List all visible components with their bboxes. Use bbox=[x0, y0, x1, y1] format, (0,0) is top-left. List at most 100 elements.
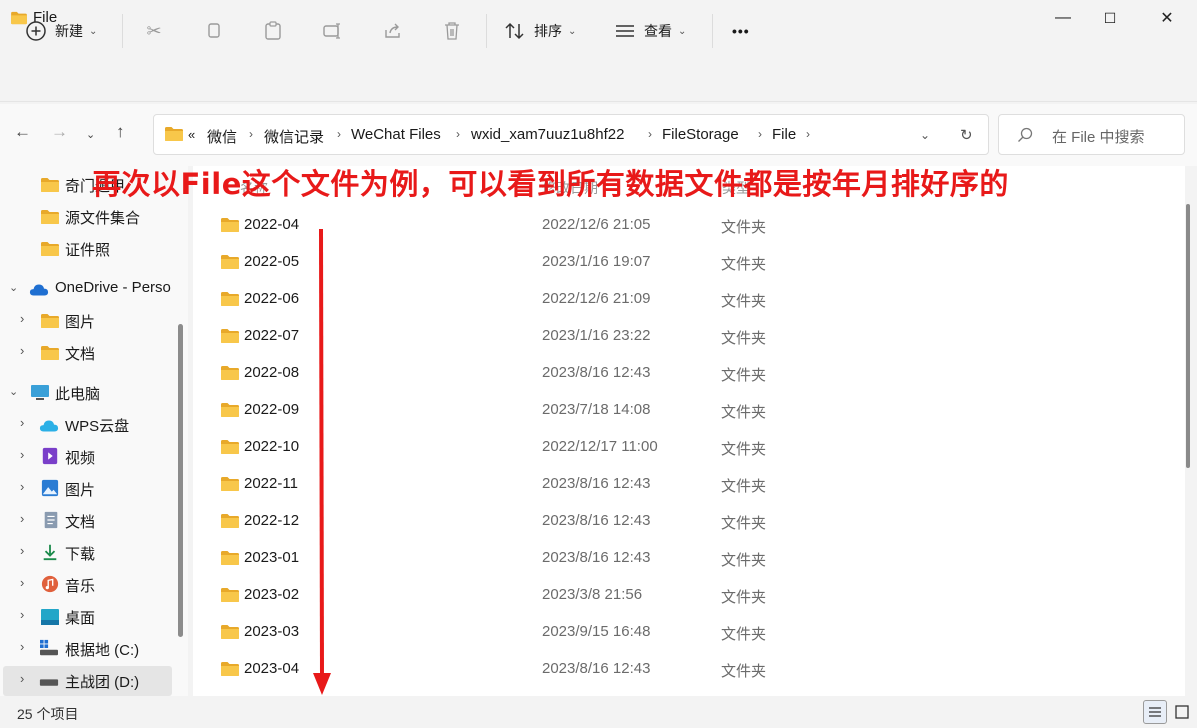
folder-icon bbox=[220, 217, 240, 233]
table-row[interactable]: 2022-08 2023/8/16 12:43 文件夹 bbox=[218, 359, 1098, 389]
back-arrow-icon[interactable]: ← bbox=[14, 122, 31, 142]
address-bar[interactable]: « 微信 › 微信记录 › WeChat Files › wxid_xam7uu… bbox=[153, 114, 989, 155]
chevron-right-icon[interactable]: › bbox=[249, 127, 253, 141]
table-row[interactable]: 2022-05 2023/1/16 19:07 文件夹 bbox=[218, 248, 1098, 278]
breadcrumb-item[interactable]: File bbox=[772, 126, 796, 143]
details-view-icon[interactable] bbox=[1143, 700, 1167, 724]
rename-icon[interactable] bbox=[322, 20, 344, 42]
chevron-right-icon[interactable]: › bbox=[20, 447, 24, 462]
chevron-right-icon[interactable]: › bbox=[20, 511, 24, 526]
recent-chevron-icon[interactable]: ⌄ bbox=[86, 128, 95, 141]
table-row[interactable]: 2023-01 2023/8/16 12:43 文件夹 bbox=[218, 544, 1098, 574]
new-button[interactable]: 新建 ⌄ bbox=[25, 16, 97, 46]
breadcrumb-item[interactable]: 微信记录 bbox=[264, 126, 324, 147]
table-row[interactable]: 2022-11 2023/8/16 12:43 文件夹 bbox=[218, 470, 1098, 500]
sidebar-item-label: 图片 bbox=[65, 482, 96, 499]
breadcrumb-item[interactable]: wxid_xam7uuz1u8hf22 bbox=[471, 126, 624, 143]
table-row[interactable]: 2023-04 2023/8/16 12:43 文件夹 bbox=[218, 655, 1098, 685]
chevron-down-icon[interactable]: ⌄ bbox=[9, 281, 18, 294]
breadcrumb-item[interactable]: 微信 bbox=[207, 126, 237, 147]
chevron-right-icon[interactable]: › bbox=[337, 127, 341, 141]
sidebar-item-wps-cloud[interactable]: › WPS云盘 bbox=[0, 410, 175, 440]
close-button[interactable]: ✕ bbox=[1144, 0, 1190, 36]
sidebar-item-drive-c[interactable]: › 根据地 (C:) bbox=[0, 634, 175, 664]
chevron-right-icon[interactable]: › bbox=[456, 127, 460, 141]
file-type: 文件夹 bbox=[721, 293, 767, 310]
folder-icon bbox=[220, 550, 240, 566]
chevron-down-icon[interactable]: ⌄ bbox=[9, 385, 18, 398]
sidebar-item-onedrive[interactable]: ⌄ OneDrive - Perso bbox=[0, 274, 175, 304]
table-row[interactable]: 2022-04 2022/12/6 21:05 文件夹 bbox=[218, 211, 1098, 241]
copy-icon[interactable] bbox=[203, 20, 225, 42]
sidebar-item-videos[interactable]: › 视频 bbox=[0, 442, 175, 472]
more-button[interactable]: ••• bbox=[732, 16, 750, 46]
share-icon[interactable] bbox=[382, 20, 404, 42]
breadcrumb-item[interactable]: FileStorage bbox=[662, 126, 739, 143]
sidebar-item-drive-d[interactable]: › 主战团 (D:) bbox=[3, 666, 172, 696]
chevron-right-icon[interactable]: › bbox=[20, 607, 24, 622]
forward-arrow-icon[interactable]: → bbox=[51, 122, 68, 142]
table-row[interactable]: 2022-09 2023/7/18 14:08 文件夹 bbox=[218, 396, 1098, 426]
sidebar-item-music[interactable]: › 音乐 bbox=[0, 570, 175, 600]
table-row[interactable]: 2023-03 2023/9/15 16:48 文件夹 bbox=[218, 618, 1098, 648]
cut-icon[interactable]: ✂ bbox=[143, 20, 165, 42]
file-type: 文件夹 bbox=[721, 626, 767, 643]
sidebar-item-downloads[interactable]: › 下载 bbox=[0, 538, 175, 568]
chevron-right-icon[interactable]: › bbox=[20, 415, 24, 430]
chevron-right-icon[interactable]: › bbox=[20, 575, 24, 590]
sidebar-item-label: 下载 bbox=[65, 546, 96, 563]
up-arrow-icon[interactable]: ↑ bbox=[116, 122, 125, 142]
chevron-right-icon[interactable]: › bbox=[806, 127, 810, 141]
chevron-right-icon[interactable]: › bbox=[20, 543, 24, 558]
sidebar-item-desktop[interactable]: › 桌面 bbox=[0, 602, 175, 632]
chevron-right-icon[interactable]: › bbox=[20, 343, 24, 358]
file-date: 2023/8/16 12:43 bbox=[542, 660, 651, 677]
view-icon bbox=[616, 25, 634, 37]
folder-icon bbox=[220, 365, 240, 381]
view-button[interactable]: 查看 ⌄ bbox=[614, 16, 686, 46]
breadcrumb-overflow[interactable]: « bbox=[188, 127, 195, 142]
file-type: 文件夹 bbox=[721, 367, 767, 384]
refresh-icon[interactable]: ↻ bbox=[960, 126, 973, 144]
file-date: 2023/1/16 23:22 bbox=[542, 327, 651, 344]
folder-icon bbox=[220, 513, 240, 529]
sidebar-item-id-photos[interactable]: 证件照 bbox=[0, 234, 175, 264]
chevron-right-icon[interactable]: › bbox=[758, 127, 762, 141]
document-icon bbox=[44, 511, 58, 529]
table-row[interactable]: 2022-07 2023/1/16 23:22 文件夹 bbox=[218, 322, 1098, 352]
chevron-right-icon[interactable]: › bbox=[20, 671, 24, 686]
chevron-right-icon[interactable]: › bbox=[20, 639, 24, 654]
file-date: 2023/8/16 12:43 bbox=[542, 364, 651, 381]
sidebar-item-source-files[interactable]: 源文件集合 bbox=[0, 202, 175, 232]
sidebar-item-onedrive-pictures[interactable]: › 图片 bbox=[0, 306, 175, 336]
folder-icon bbox=[220, 439, 240, 455]
chevron-down-icon[interactable]: ⌄ bbox=[920, 128, 930, 142]
sidebar-item-pictures[interactable]: › 图片 bbox=[0, 474, 175, 504]
file-type: 文件夹 bbox=[721, 441, 767, 458]
sidebar-item-onedrive-documents[interactable]: › 文档 bbox=[0, 338, 175, 368]
paste-icon[interactable] bbox=[262, 20, 284, 42]
search-box[interactable]: 在 File 中搜索 bbox=[998, 114, 1185, 155]
maximize-button[interactable]: ☐ bbox=[1087, 0, 1133, 36]
chevron-right-icon[interactable]: › bbox=[648, 127, 652, 141]
sidebar-item-documents[interactable]: › 文档 bbox=[0, 506, 175, 536]
table-row[interactable]: 2022-12 2023/8/16 12:43 文件夹 bbox=[218, 507, 1098, 537]
sidebar-scrollbar[interactable] bbox=[178, 324, 183, 637]
sort-button[interactable]: 排序 ⌄ bbox=[504, 16, 576, 46]
sidebar-item-label: 此电脑 bbox=[55, 386, 101, 403]
sidebar-item-this-pc[interactable]: ⌄ 此电脑 bbox=[0, 378, 175, 408]
table-row[interactable]: 2022-06 2022/12/6 21:09 文件夹 bbox=[218, 285, 1098, 315]
breadcrumb-item[interactable]: WeChat Files bbox=[351, 126, 441, 143]
chevron-down-icon: ⌄ bbox=[568, 25, 577, 37]
chevron-right-icon[interactable]: › bbox=[20, 479, 24, 494]
tiles-view-icon[interactable] bbox=[1170, 700, 1194, 724]
table-row[interactable]: 2023-02 2023/3/8 21:56 文件夹 bbox=[218, 581, 1098, 611]
file-name: 2022-08 bbox=[244, 364, 300, 381]
content-scrollbar[interactable] bbox=[1186, 204, 1190, 468]
file-type: 文件夹 bbox=[721, 552, 767, 569]
table-row[interactable]: 2022-10 2022/12/17 11:00 文件夹 bbox=[218, 433, 1098, 463]
minimize-button[interactable]: — bbox=[1040, 0, 1086, 36]
chevron-right-icon[interactable]: › bbox=[20, 311, 24, 326]
delete-icon[interactable] bbox=[441, 20, 463, 42]
folder-icon bbox=[164, 126, 184, 142]
